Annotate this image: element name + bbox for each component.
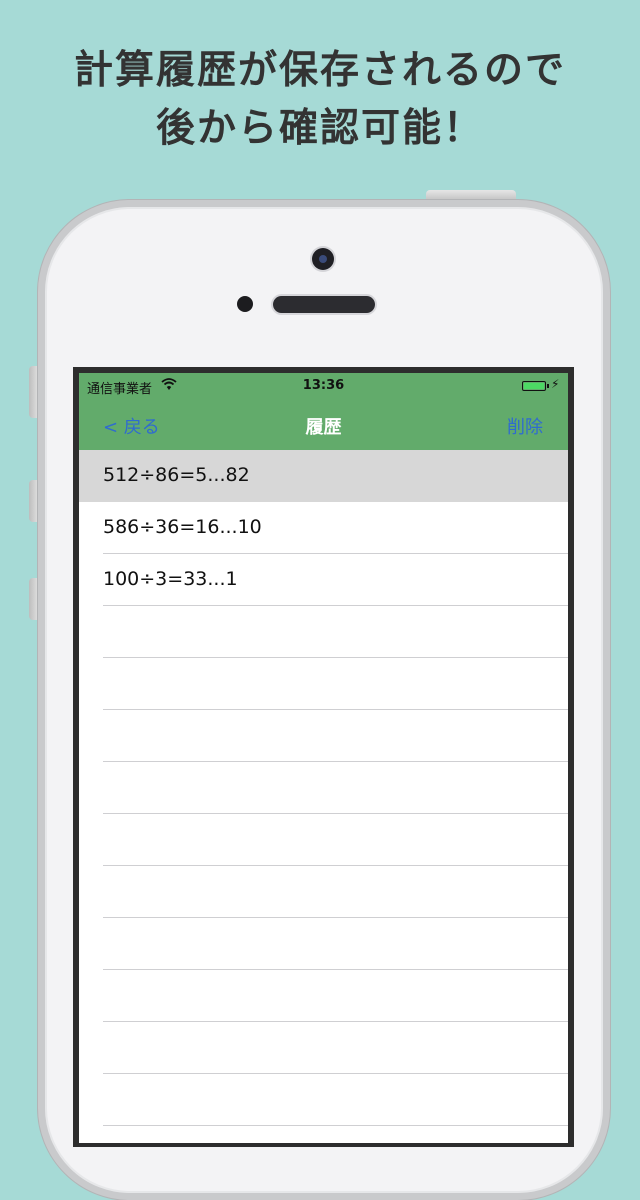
history-row[interactable] [79,918,568,970]
headline-line-2: 後から確認可能！ [155,106,484,151]
history-row[interactable] [79,1074,568,1126]
battery-icon [522,381,549,391]
history-row[interactable]: 586÷36=16...10 [79,502,568,554]
history-expression: 100÷3=33...1 [103,568,238,590]
history-row[interactable] [79,658,568,710]
charging-bolt-icon: ⚡ [551,377,560,391]
headline: 計算履歴が保存されるので 後から確認可能！ [0,42,640,158]
history-row[interactable] [79,970,568,1022]
history-row[interactable] [79,762,568,814]
history-row[interactable] [79,1022,568,1074]
history-row[interactable] [79,710,568,762]
history-row[interactable] [79,1126,568,1143]
navigation-bar: < 戻る 履歴 削除 [79,400,568,450]
page-title: 履歴 [305,417,342,438]
app-screen: 通信事業者 13:36 ⚡ < 戻る 履歴 削除 512÷86=5...82 58… [79,373,568,1143]
history-row[interactable]: 100÷3=33...1 [79,554,568,606]
history-list: 512÷86=5...82 586÷36=16...10 100÷3=33...1 [79,450,568,1143]
earpiece-speaker [273,296,375,313]
status-time: 13:36 [302,378,345,393]
status-bar: 通信事業者 13:36 ⚡ [79,373,568,400]
history-row[interactable] [79,866,568,918]
headline-line-1: 計算履歴が保存されるので [73,48,566,93]
history-expression: 586÷36=16...10 [103,516,262,538]
history-row[interactable]: 512÷86=5...82 [79,450,568,502]
front-camera-icon [312,248,334,270]
history-row[interactable] [79,606,568,658]
proximity-sensor [237,296,253,312]
delete-button[interactable]: 削除 [507,413,543,439]
history-row[interactable] [79,814,568,866]
history-expression: 512÷86=5...82 [103,464,250,486]
